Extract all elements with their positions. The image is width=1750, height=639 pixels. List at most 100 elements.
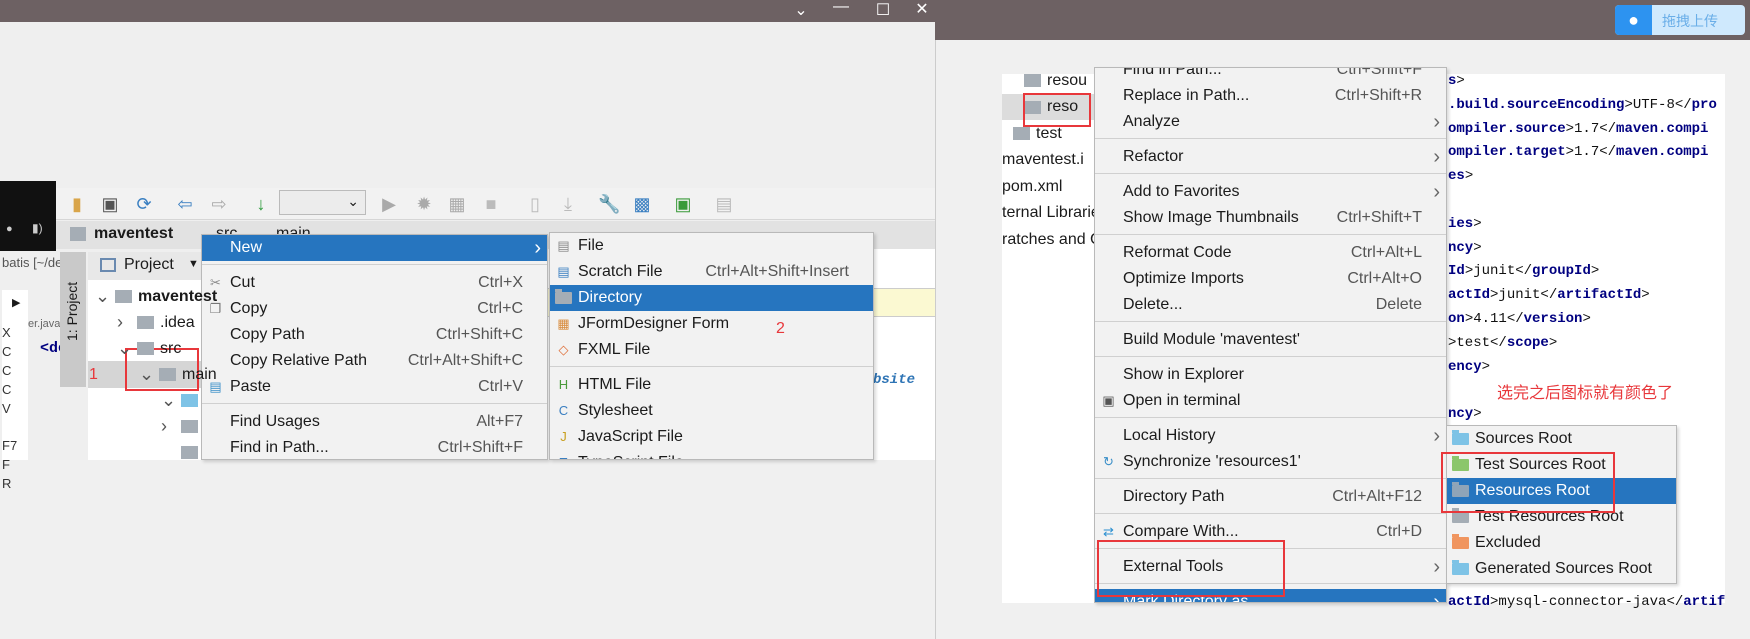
menu-item-html-file[interactable]: H HTML File — [550, 372, 873, 398]
menu-item-label: Cut — [230, 274, 255, 291]
menu-item-fxml-file[interactable]: ◇ FXML File — [550, 337, 873, 363]
chevron-down-icon[interactable]: ⌄ — [789, 0, 813, 20]
coverage-icon[interactable]: ▦ — [446, 194, 468, 215]
tree-item[interactable]: › .idea — [117, 310, 195, 335]
maximize-icon[interactable]: ☐ — [871, 0, 895, 20]
menu-item-delete[interactable]: Delete... Delete — [1095, 292, 1446, 318]
code-token: scope — [1506, 334, 1549, 351]
menu-item-find-in-path[interactable]: Find in Path... Ctrl+Shift+F — [202, 435, 547, 459]
sdk-icon[interactable]: ▣ — [672, 194, 694, 215]
play-icon[interactable]: ▶ — [12, 296, 20, 309]
menu-item-stylesheet[interactable]: C Stylesheet — [550, 398, 873, 424]
menu-item-copy-path[interactable]: Copy Path Ctrl+Shift+C — [202, 322, 547, 348]
menu-item-javascript-file[interactable]: J JavaScript File — [550, 424, 873, 450]
expand-arrow-icon[interactable]: ⌄ — [161, 390, 181, 411]
project-header: Project ▼ — [88, 252, 201, 280]
tree-item[interactable]: pom.xml — [1002, 174, 1094, 199]
menu-item-new[interactable]: New › — [202, 235, 547, 261]
menu-item-file[interactable]: ▤ File — [550, 233, 873, 259]
tree-item[interactable]: › — [161, 414, 204, 439]
code-token: > — [1473, 406, 1482, 423]
presentation-icon[interactable]: ▤ — [713, 194, 735, 215]
debug-icon[interactable]: ✹ — [413, 194, 435, 215]
menu-item-optimize-imports[interactable]: Optimize Imports Ctrl+Alt+O — [1095, 266, 1446, 292]
save-icon[interactable]: ▣ — [99, 194, 121, 215]
menu-item-paste[interactable]: ▤ Paste Ctrl+V — [202, 374, 547, 400]
tree-item[interactable]: ratches and C — [1002, 227, 1094, 252]
dropdown-arrow-icon[interactable]: ▼ — [188, 258, 199, 270]
tree-item[interactable]: ⌄ — [161, 388, 204, 413]
code-token: > — [1641, 287, 1650, 304]
expand-arrow-icon[interactable]: › — [161, 416, 181, 437]
menu-item-jformdesigner-form[interactable]: ▦ JFormDesigner Form — [550, 311, 873, 337]
project-view-select[interactable]: Project — [124, 256, 174, 274]
menu-item-replace-in-path[interactable]: Replace in Path... Ctrl+Shift+R — [1095, 83, 1446, 109]
menu-item-cut[interactable]: ✂ Cut Ctrl+X — [202, 270, 547, 296]
breadcrumb-maventest[interactable]: maventest — [94, 225, 173, 243]
expand-arrow-icon[interactable]: ⌄ — [117, 338, 137, 359]
settings-wrench-icon[interactable]: 🔧 — [598, 194, 620, 215]
menu-item-typescript-file[interactable]: T TypeScript File — [550, 450, 873, 459]
menu-item-copy-relative-path[interactable]: Copy Relative Path Ctrl+Alt+Shift+C — [202, 348, 547, 374]
menu-item-excluded[interactable]: Excluded — [1447, 530, 1676, 556]
menu-item-build-module-maventest[interactable]: Build Module 'maventest' — [1095, 327, 1446, 353]
close-icon[interactable]: ✕ — [910, 0, 934, 19]
menu-item-open-in-terminal[interactable]: ▣ Open in terminal — [1095, 388, 1446, 414]
menu-item-add-to-favorites[interactable]: Add to Favorites › — [1095, 179, 1446, 205]
upload-button[interactable]: ●​ 拖拽上传 — [1615, 5, 1745, 35]
forward-icon[interactable]: ⇨ — [208, 194, 230, 215]
menu-item-shortcut: Ctrl+X — [478, 274, 523, 291]
tree-item[interactable]: ternal Librarie — [1002, 201, 1094, 226]
folder-icon — [1013, 127, 1030, 140]
menu-item-label: Refactor — [1123, 148, 1184, 165]
sync-icon[interactable]: ⟳ — [133, 194, 155, 215]
menu-item-directory[interactable]: Directory — [550, 285, 873, 311]
build-icon[interactable]: ↓ — [250, 194, 272, 215]
menu-item-reformat-code[interactable]: Reformat Code Ctrl+Alt+L — [1095, 240, 1446, 266]
menu-item-directory-path[interactable]: Directory Path Ctrl+Alt+F12 — [1095, 484, 1446, 510]
menu-item-find-usages[interactable]: Find Usages Alt+F7 — [202, 409, 547, 435]
menu-item-copy[interactable]: ❐ Copy Ctrl+C — [202, 296, 547, 322]
tree-item[interactable] — [161, 440, 204, 465]
code-token: maven.compi — [1616, 144, 1709, 161]
expand-arrow-icon[interactable]: ⌄ — [139, 364, 159, 385]
menu-item-local-history[interactable]: Local History › — [1095, 423, 1446, 449]
minimize-icon[interactable]: — — [829, 0, 853, 16]
tree-item-label: maventest.i — [1002, 151, 1084, 168]
menu-item-refactor[interactable]: Refactor › — [1095, 144, 1446, 170]
back-icon[interactable]: ⇦ — [174, 194, 196, 215]
menu-item-label: Scratch File — [578, 263, 663, 280]
menu-item-generated-sources-root[interactable]: Generated Sources Root — [1447, 556, 1676, 582]
side-letter: C — [2, 344, 12, 359]
menu-item-analyze[interactable]: Analyze › — [1095, 109, 1446, 135]
menu-item-synchronize-resources1[interactable]: ↻ Synchronize 'resources1' — [1095, 449, 1446, 475]
menu-item-label: Build Module 'maventest' — [1123, 331, 1300, 348]
chevron-right-icon: › — [1433, 180, 1440, 203]
project-structure-icon[interactable]: ▩ — [631, 194, 653, 215]
menu-item-shortcut: Ctrl+Alt+L — [1350, 244, 1422, 261]
menu-item-scratch-file[interactable]: ▤ Scratch File Ctrl+Alt+Shift+Insert — [550, 259, 873, 285]
side-tab[interactable]: er.java — [28, 318, 60, 330]
attach-icon[interactable]: ▯ — [524, 194, 546, 215]
open-folder-icon[interactable]: ▮ — [66, 194, 88, 215]
code-token: pro — [1691, 96, 1717, 113]
tree-item[interactable]: ⌄ src — [117, 336, 181, 361]
tree-item[interactable]: resou — [1024, 68, 1094, 93]
tree-item[interactable]: ⌄ main — [139, 362, 217, 387]
menu-item-show-in-explorer[interactable]: Show in Explorer — [1095, 362, 1446, 388]
expand-arrow-icon[interactable]: › — [117, 312, 137, 333]
microphone-icon[interactable]: ● — [6, 223, 13, 235]
tree-item[interactable]: ⌄ maventest — [95, 284, 217, 309]
expand-arrow-icon[interactable]: ⌄ — [95, 286, 115, 307]
tree-item[interactable]: maventest.i — [1002, 148, 1094, 173]
menu-item-show-image-thumbnails[interactable]: Show Image Thumbnails Ctrl+Shift+T — [1095, 205, 1446, 231]
generated-sources-root-icon — [1452, 560, 1469, 575]
speaker-icon[interactable]: ▮) — [32, 221, 43, 235]
run-icon[interactable]: ▶ — [378, 194, 400, 215]
menu-item-find-in-path[interactable]: Find in Path... Ctrl+Shift+F — [1095, 68, 1446, 83]
project-tool-tab[interactable]: 1: Project — [60, 252, 86, 387]
download-icon[interactable]: ⤓ — [557, 194, 579, 215]
menu-item-sources-root[interactable]: Sources Root — [1447, 426, 1676, 452]
stop-icon[interactable]: ■ — [480, 194, 502, 215]
run-config-select[interactable]: ⌄ — [279, 190, 366, 215]
